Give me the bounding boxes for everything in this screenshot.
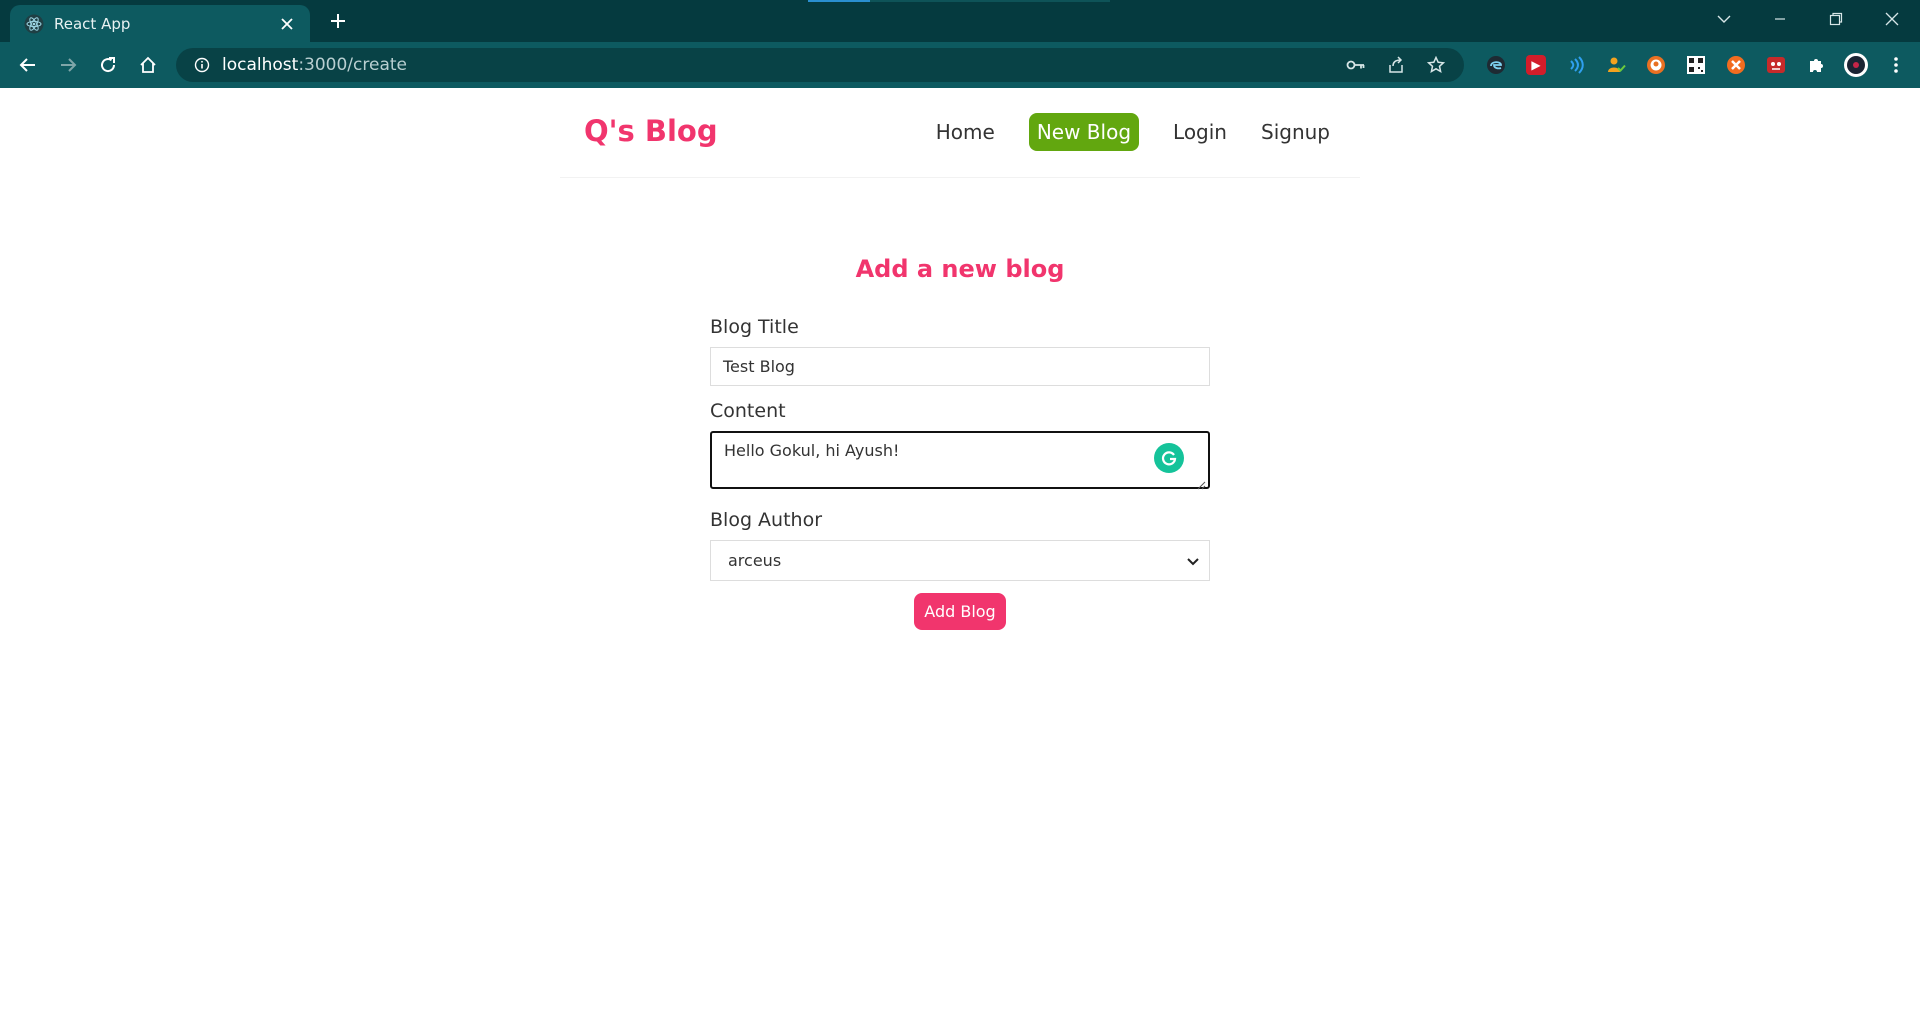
window-controls	[1696, 0, 1920, 38]
blog-author-label: Blog Author	[710, 509, 823, 531]
profile-avatar-icon[interactable]	[1836, 49, 1876, 81]
form-heading: Add a new blog	[855, 255, 1065, 283]
nav-links: Home New Blog Login Signup	[936, 113, 1330, 151]
grammarly-icon[interactable]	[1154, 443, 1184, 473]
tab-strip-accent	[808, 0, 870, 2]
url-path: :3000/create	[298, 55, 407, 75]
close-window-button[interactable]	[1864, 0, 1920, 38]
content-value: Hello Gokul, hi Ayush!	[724, 441, 900, 460]
home-icon[interactable]	[132, 49, 164, 81]
back-icon[interactable]	[12, 49, 44, 81]
minimize-button[interactable]	[1752, 0, 1808, 38]
page: Q's Blog Home New Blog Login Signup Add …	[0, 88, 1920, 1017]
browser-tab[interactable]: React App	[10, 5, 310, 42]
nav-link-signup[interactable]: Signup	[1261, 120, 1330, 144]
reload-icon[interactable]	[92, 49, 124, 81]
new-tab-button[interactable]	[324, 7, 352, 35]
forward-icon[interactable]	[52, 49, 84, 81]
url-host: localhost	[222, 55, 299, 75]
nav-link-home[interactable]: Home	[936, 120, 995, 144]
submit-wrap: Add Blog	[710, 593, 1210, 630]
share-icon[interactable]	[1382, 51, 1410, 79]
key-icon[interactable]	[1342, 51, 1370, 79]
site-info-icon[interactable]	[182, 57, 222, 73]
extension-qr-code-icon[interactable]	[1676, 49, 1716, 81]
close-tab-icon[interactable]	[276, 13, 298, 35]
restore-button[interactable]	[1808, 0, 1864, 38]
blog-title-input[interactable]: Test Blog	[710, 347, 1210, 386]
tab-strip-line	[870, 0, 1110, 2]
content-textarea[interactable]: Hello Gokul, hi Ayush!	[710, 431, 1210, 490]
blog-title-value: Test Blog	[723, 357, 795, 376]
bookmark-star-icon[interactable]	[1422, 51, 1450, 79]
extension-person-check-icon[interactable]	[1596, 49, 1636, 81]
blog-title-label: Blog Title	[710, 316, 799, 338]
extension-orange-x-icon[interactable]	[1716, 49, 1756, 81]
nav-link-login[interactable]: Login	[1173, 120, 1227, 144]
extension-edge-icon[interactable]	[1476, 49, 1516, 81]
browser-tab-strip: React App	[0, 0, 1920, 42]
resize-handle-icon[interactable]	[1196, 475, 1206, 490]
extension-red-play-icon[interactable]: ▶	[1516, 49, 1556, 81]
extensions-puzzle-icon[interactable]	[1796, 49, 1836, 81]
address-bar[interactable]: localhost:3000/create	[176, 48, 1464, 82]
browser-toolbar: localhost:3000/create ▶	[0, 42, 1920, 88]
react-icon	[24, 14, 44, 34]
blog-author-value: arceus	[728, 551, 782, 570]
browser-menu-icon[interactable]	[1876, 49, 1916, 81]
add-blog-button[interactable]: Add Blog	[914, 593, 1006, 630]
extensions-bar: ▶	[1476, 49, 1916, 81]
extension-duckduckgo-icon[interactable]	[1636, 49, 1676, 81]
tab-search-icon[interactable]	[1696, 0, 1752, 38]
chevron-down-icon	[1187, 551, 1199, 570]
extension-red-cat-icon[interactable]	[1756, 49, 1796, 81]
create-blog-form: Add a new blog Blog Title Test Blog Cont…	[710, 255, 1210, 630]
blog-author-select[interactable]: arceus	[710, 540, 1210, 581]
content-label: Content	[710, 400, 786, 422]
extension-wave-icon[interactable]	[1556, 49, 1596, 81]
site-navbar: Q's Blog Home New Blog Login Signup	[560, 88, 1360, 178]
url-text: localhost:3000/create	[222, 55, 407, 75]
site-brand: Q's Blog	[584, 114, 718, 148]
tab-title: React App	[54, 14, 131, 33]
nav-link-new-blog[interactable]: New Blog	[1028, 113, 1140, 151]
